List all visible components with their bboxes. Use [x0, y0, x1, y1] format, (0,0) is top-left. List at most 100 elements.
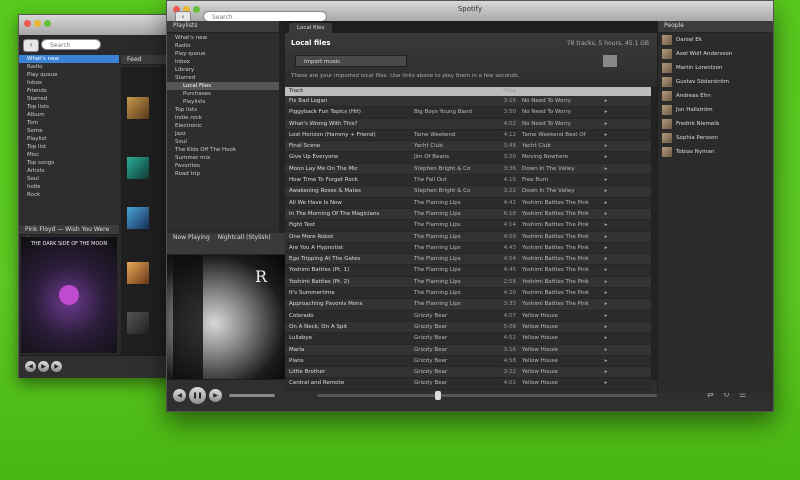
back-sidebar-item[interactable]: Album: [19, 111, 119, 119]
volume-slider[interactable]: [229, 394, 275, 397]
table-row[interactable]: Fight Test The Flaming Lips 4:14 Yoshimi Ba…: [285, 220, 651, 232]
table-row[interactable]: How Time To Forget Rock The Fall Out 4:10 F…: [285, 175, 651, 187]
progress-handle[interactable]: [435, 391, 441, 400]
table-row[interactable]: Yoshimi Battles (Pt. 1) The Flaming Lips 4…: [285, 265, 651, 277]
table-row[interactable]: Fix Bad Logan 3:15 No Need To Worry ▸: [285, 96, 651, 108]
back-sidebar-item[interactable]: Rock: [19, 191, 119, 199]
table-row[interactable]: Moon Lay Me On The Mic Stephen Bright & C…: [285, 163, 651, 176]
table-row[interactable]: Piggyback Fun Topics (Hit) Big Boys Young…: [285, 107, 651, 119]
table-row[interactable]: Marla Grizzly Bear 3:16 Yellow House ▸: [285, 344, 651, 356]
person-item[interactable]: Daniel Ek: [658, 33, 773, 47]
sidebar-item[interactable]: The Kids Off The Hook: [167, 146, 279, 154]
feed-album-art[interactable]: [127, 97, 149, 119]
sidebar-item[interactable]: Local Files: [167, 82, 279, 90]
table-row[interactable]: Approaching Pavonis Mons The Flaming Lips…: [285, 299, 651, 311]
track-link-icon[interactable]: ▸: [600, 186, 612, 196]
track-link-icon[interactable]: ▸: [600, 107, 612, 117]
zoom-window-button[interactable]: [44, 20, 51, 27]
track-link-icon[interactable]: ▸: [600, 367, 612, 377]
back-sidebar-item[interactable]: Top songs: [19, 159, 119, 167]
track-link-icon[interactable]: ▸: [600, 333, 612, 343]
track-link-icon[interactable]: ▸: [600, 378, 612, 388]
tab-local-files[interactable]: Local files: [289, 23, 333, 33]
track-link-icon[interactable]: ▸: [600, 322, 612, 332]
table-row[interactable]: Lost Horizon (Hammy + Friend) Tame Weeken…: [285, 129, 651, 142]
close-window-button[interactable]: [24, 20, 31, 27]
track-link-icon[interactable]: ▸: [600, 277, 612, 287]
sidebar-item[interactable]: Soul: [167, 138, 279, 146]
track-link-icon[interactable]: ▸: [600, 164, 612, 174]
minimize-window-button[interactable]: [34, 20, 41, 27]
track-link-icon[interactable]: ▸: [600, 345, 612, 355]
previous-icon[interactable]: ◀: [25, 361, 36, 372]
previous-icon[interactable]: ◀: [173, 389, 186, 402]
back-sidebar-item[interactable]: Indie: [19, 183, 119, 191]
sidebar-item[interactable]: What's new: [167, 34, 279, 42]
table-row[interactable]: Final Scene Yacht Club 3:48 Yacht Club ▸: [285, 141, 651, 153]
track-link-icon[interactable]: ▸: [600, 220, 612, 230]
table-row[interactable]: Central and Remote Grizzly Bear 4:01 Yellow…: [285, 378, 651, 390]
track-link-icon[interactable]: ▸: [600, 119, 612, 129]
table-row[interactable]: On A Neck, On A Spit Grizzly Bear 5:08 Yell…: [285, 321, 651, 334]
column-header[interactable]: [600, 87, 612, 96]
table-row[interactable]: Give Up Everyone Jim Of Beans 3:20 Moving N…: [285, 152, 651, 164]
sidebar-item[interactable]: Road trip: [167, 170, 279, 178]
back-sidebar-item[interactable]: Top lists: [19, 103, 119, 111]
sidebar-item[interactable]: Purchases: [167, 90, 279, 98]
sidebar-item[interactable]: Play queue: [167, 50, 279, 58]
track-link-icon[interactable]: ▸: [600, 254, 612, 264]
table-row[interactable]: One More Robot The Flaming Lips 4:59 Yoshim…: [285, 231, 651, 243]
back-sidebar-item[interactable]: Play queue: [19, 71, 119, 79]
back-sidebar-item[interactable]: Some: [19, 127, 119, 135]
person-item[interactable]: Martin Lorentzon: [658, 61, 773, 75]
progress-bar[interactable]: [317, 391, 657, 400]
back-sidebar-item[interactable]: What's new: [19, 55, 119, 63]
column-header[interactable]: Time: [498, 87, 519, 96]
sidebar-item[interactable]: Electronic: [167, 122, 279, 130]
back-sidebar-item[interactable]: Top list: [19, 143, 119, 151]
back-sidebar-item[interactable]: Friends: [19, 87, 119, 95]
table-row[interactable]: It's Summertime The Flaming Lips 4:20 Yoshi…: [285, 288, 651, 300]
table-row[interactable]: Awakening Roses & Mates Stephen Bright & …: [285, 186, 651, 198]
sidebar-item[interactable]: Radio: [167, 42, 279, 50]
person-item[interactable]: Axel Wolf Andersson: [658, 47, 773, 61]
back-sidebar-item[interactable]: Tom: [19, 119, 119, 127]
pause-icon[interactable]: ❚❚: [189, 387, 206, 404]
back-sidebar-item[interactable]: Starred: [19, 95, 119, 103]
table-row[interactable]: Colorado Grizzly Bear 4:07 Yellow House ▸: [285, 310, 651, 322]
sidebar-item[interactable]: Library: [167, 66, 279, 74]
back-sidebar-item[interactable]: Artists: [19, 167, 119, 175]
back-sidebar-item[interactable]: Playlist: [19, 135, 119, 143]
track-link-icon[interactable]: ▸: [600, 152, 612, 162]
track-link-icon[interactable]: ▸: [600, 243, 612, 253]
next-icon[interactable]: ▶: [209, 389, 222, 402]
person-item[interactable]: Andreas Ehn: [658, 89, 773, 103]
feed-album-art[interactable]: [127, 157, 149, 179]
person-item[interactable]: Fredrik Niemelä: [658, 117, 773, 131]
column-header[interactable]: Track: [285, 87, 411, 96]
track-link-icon[interactable]: ▸: [600, 232, 612, 242]
person-item[interactable]: Gustav Söderström: [658, 75, 773, 89]
table-row[interactable]: All We Have Is Now The Flaming Lips 4:41 Yo…: [285, 197, 651, 209]
person-item[interactable]: Jon Hallström: [658, 103, 773, 117]
back-sidebar-item[interactable]: Soul: [19, 175, 119, 183]
next-icon[interactable]: ▶: [51, 361, 62, 372]
feed-album-art[interactable]: [127, 207, 149, 229]
track-link-icon[interactable]: ▸: [600, 141, 612, 151]
person-item[interactable]: Tobias Nyman: [658, 145, 773, 159]
column-header[interactable]: Album: [519, 87, 600, 96]
table-row[interactable]: Are You A Hypnotist The Flaming Lips 4:43 Y…: [285, 242, 651, 255]
feed-album-art[interactable]: [127, 262, 149, 284]
play-icon[interactable]: ▶: [38, 361, 49, 372]
back-sidebar-item[interactable]: Radio: [19, 63, 119, 71]
track-link-icon[interactable]: ▸: [600, 299, 612, 309]
back-sidebar-item[interactable]: Inbox: [19, 79, 119, 87]
back-sidebar-item[interactable]: Misc: [19, 151, 119, 159]
now-playing-track[interactable]: Nightcall (Stylish): [218, 234, 271, 241]
table-row[interactable]: Yoshimi Battles (Pt. 2) The Flaming Lips 2…: [285, 276, 651, 289]
track-link-icon[interactable]: ▸: [600, 130, 612, 140]
track-link-icon[interactable]: ▸: [600, 96, 612, 106]
table-row[interactable]: Lullabye Grizzly Bear 4:52 Yellow House ▸: [285, 333, 651, 345]
sidebar-item[interactable]: Summer mix: [167, 154, 279, 162]
import-music-button[interactable]: Import music: [295, 55, 407, 67]
